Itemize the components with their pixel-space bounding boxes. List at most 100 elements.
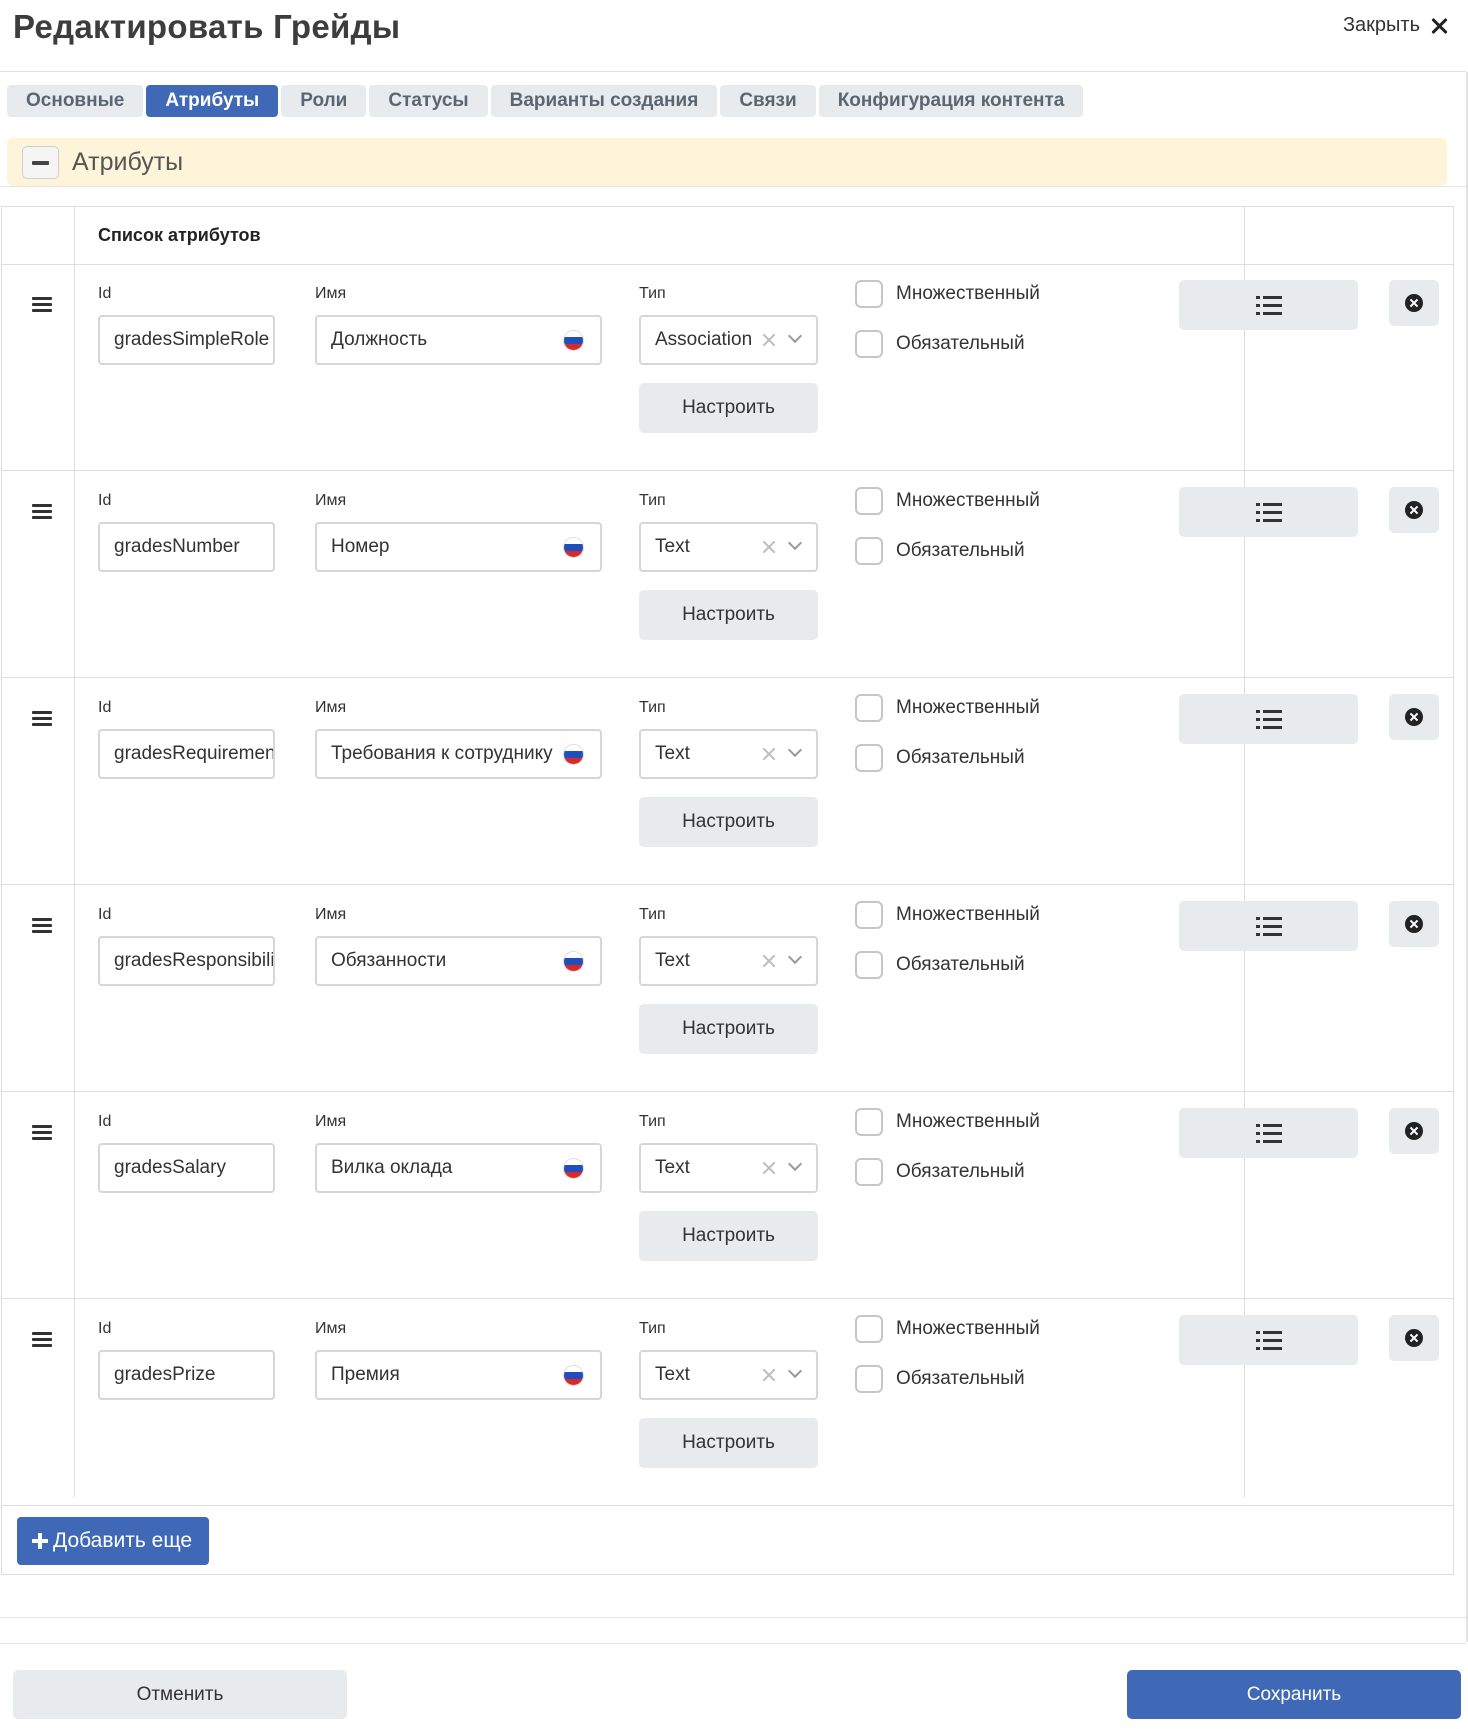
list-button[interactable]: [1179, 694, 1358, 744]
id-input[interactable]: gradesNumber: [98, 522, 275, 572]
list-button[interactable]: [1179, 1315, 1358, 1365]
add-more-button[interactable]: Добавить еще: [17, 1517, 210, 1565]
clear-icon[interactable]: [762, 540, 776, 554]
tab-roles[interactable]: Роли: [281, 85, 367, 117]
russian-flag-icon[interactable]: [563, 1158, 584, 1179]
type-select[interactable]: Text: [639, 729, 818, 779]
minus-icon[interactable]: [22, 145, 59, 179]
required-checkbox[interactable]: Обязательный: [855, 744, 1025, 772]
checkbox-box[interactable]: [855, 1365, 883, 1393]
required-checkbox[interactable]: Обязательный: [855, 330, 1025, 358]
multiple-checkbox[interactable]: Множественный: [855, 901, 1040, 929]
russian-flag-icon[interactable]: [563, 744, 584, 765]
chevron-down-icon[interactable]: [787, 1156, 803, 1172]
drag-handle-icon[interactable]: [32, 709, 54, 727]
drag-handle-icon[interactable]: [32, 502, 54, 520]
chevron-down-icon[interactable]: [787, 328, 803, 344]
checkbox-box[interactable]: [855, 537, 883, 565]
tab-statuses[interactable]: Статусы: [369, 85, 488, 117]
drag-handle-icon[interactable]: [32, 1330, 54, 1348]
list-button[interactable]: [1179, 487, 1358, 537]
configure-button[interactable]: Настроить: [639, 1004, 818, 1054]
delete-button[interactable]: [1389, 901, 1439, 947]
type-label: Тип: [639, 906, 666, 923]
checkbox-box[interactable]: [855, 280, 883, 308]
list-button[interactable]: [1179, 280, 1358, 330]
checkbox-box[interactable]: [855, 744, 883, 772]
configure-button[interactable]: Настроить: [639, 1211, 818, 1261]
drag-handle-icon[interactable]: [32, 916, 54, 934]
list-button[interactable]: [1179, 901, 1358, 951]
configure-button[interactable]: Настроить: [639, 383, 818, 433]
delete-button[interactable]: [1389, 1315, 1439, 1361]
name-input[interactable]: Должность: [315, 315, 602, 365]
clear-icon[interactable]: [762, 747, 776, 761]
configure-button[interactable]: Настроить: [639, 590, 818, 640]
required-checkbox[interactable]: Обязательный: [855, 1158, 1025, 1186]
type-select[interactable]: Text: [639, 936, 818, 986]
delete-button[interactable]: [1389, 487, 1439, 533]
save-button[interactable]: Сохранить: [1127, 1670, 1461, 1719]
multiple-checkbox[interactable]: Множественный: [855, 1108, 1040, 1136]
name-input[interactable]: Премия: [315, 1350, 602, 1400]
chevron-down-icon[interactable]: [787, 949, 803, 965]
checkbox-box[interactable]: [855, 951, 883, 979]
tab-attributes[interactable]: Атрибуты: [146, 85, 279, 117]
name-input[interactable]: Вилка оклада: [315, 1143, 602, 1193]
name-value: Должность: [331, 329, 428, 350]
chevron-down-icon[interactable]: [787, 742, 803, 758]
required-checkbox[interactable]: Обязательный: [855, 537, 1025, 565]
russian-flag-icon[interactable]: [563, 537, 584, 558]
drag-handle-icon[interactable]: [32, 295, 54, 313]
tab-basic[interactable]: Основные: [7, 85, 144, 117]
close-button[interactable]: Закрыть: [1343, 14, 1450, 37]
id-input[interactable]: gradesPrize: [98, 1350, 275, 1400]
clear-icon[interactable]: [762, 333, 776, 347]
delete-button[interactable]: [1389, 280, 1439, 326]
tab-content-config[interactable]: Конфигурация контента: [818, 85, 1084, 117]
delete-button[interactable]: [1389, 1108, 1439, 1154]
chevron-down-icon[interactable]: [787, 535, 803, 551]
tab-creation-variants[interactable]: Варианты создания: [490, 85, 718, 117]
type-select[interactable]: Text: [639, 522, 818, 572]
cancel-button[interactable]: Отменить: [13, 1670, 347, 1719]
id-input[interactable]: gradesSalary: [98, 1143, 275, 1193]
russian-flag-icon[interactable]: [563, 1365, 584, 1386]
type-select[interactable]: Association: [639, 315, 818, 365]
checkbox-box[interactable]: [855, 487, 883, 515]
clear-icon[interactable]: [762, 1161, 776, 1175]
checkbox-box[interactable]: [855, 330, 883, 358]
clear-icon[interactable]: [762, 954, 776, 968]
clear-icon[interactable]: [762, 1368, 776, 1382]
configure-button[interactable]: Настроить: [639, 1418, 818, 1468]
name-input[interactable]: Обязанности: [315, 936, 602, 986]
type-select[interactable]: Text: [639, 1350, 818, 1400]
delete-button[interactable]: [1389, 694, 1439, 740]
multiple-checkbox[interactable]: Множественный: [855, 280, 1040, 308]
name-input[interactable]: Номер: [315, 522, 602, 572]
russian-flag-icon[interactable]: [563, 951, 584, 972]
chevron-down-icon[interactable]: [787, 1363, 803, 1379]
checkbox-box[interactable]: [855, 1108, 883, 1136]
russian-flag-icon[interactable]: [563, 330, 584, 351]
checkbox-box[interactable]: [855, 901, 883, 929]
type-select[interactable]: Text: [639, 1143, 818, 1193]
tab-relations[interactable]: Связи: [720, 85, 816, 117]
required-checkbox[interactable]: Обязательный: [855, 1365, 1025, 1393]
checkbox-box[interactable]: [855, 694, 883, 722]
multiple-checkbox[interactable]: Множественный: [855, 1315, 1040, 1343]
name-value: Вилка оклада: [331, 1157, 453, 1178]
id-input[interactable]: gradesRequirements: [98, 729, 275, 779]
id-input[interactable]: gradesSimpleRole: [98, 315, 275, 365]
list-button[interactable]: [1179, 1108, 1358, 1158]
checkbox-box[interactable]: [855, 1158, 883, 1186]
required-checkbox[interactable]: Обязательный: [855, 951, 1025, 979]
id-input[interactable]: gradesResponsibilities: [98, 936, 275, 986]
checkbox-box[interactable]: [855, 1315, 883, 1343]
drag-handle-icon[interactable]: [32, 1123, 54, 1141]
name-input[interactable]: Требования к сотруднику: [315, 729, 602, 779]
list-icon: [1256, 1330, 1282, 1350]
multiple-checkbox[interactable]: Множественный: [855, 487, 1040, 515]
configure-button[interactable]: Настроить: [639, 797, 818, 847]
multiple-checkbox[interactable]: Множественный: [855, 694, 1040, 722]
